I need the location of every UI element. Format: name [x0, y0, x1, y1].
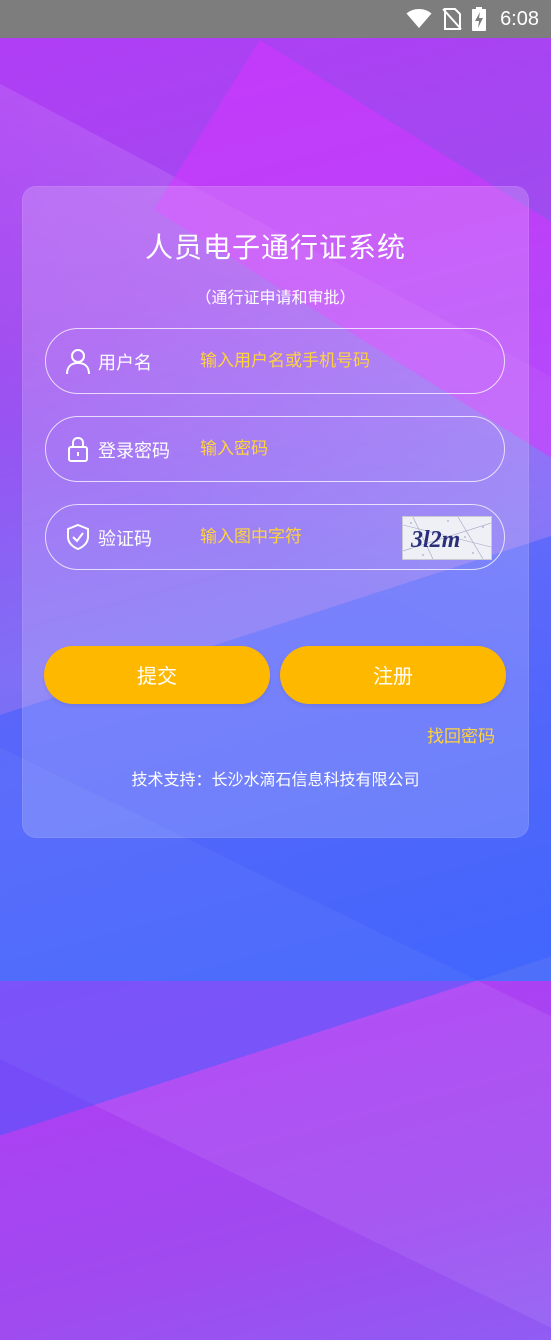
status-icons: 6:08 — [406, 0, 539, 38]
login-card: 人员电子通行证系统 （通行证申请和审批） 用户名 登录密码 验证码 — [22, 186, 529, 838]
shield-check-icon — [67, 523, 89, 551]
captcha-text: 3l2m — [410, 527, 460, 553]
password-input[interactable] — [200, 433, 420, 465]
status-time: 6:08 — [500, 7, 539, 30]
captcha-field[interactable]: 验证码 3l2m — [45, 504, 505, 570]
no-sim-icon — [442, 8, 462, 30]
captcha-image[interactable]: 3l2m — [402, 516, 492, 560]
forgot-password-link[interactable]: 找回密码 — [427, 722, 495, 747]
submit-button[interactable]: 提交 — [44, 646, 270, 704]
register-button[interactable]: 注册 — [280, 646, 506, 704]
captcha-input[interactable] — [200, 521, 390, 553]
username-field[interactable]: 用户名 — [45, 328, 505, 394]
password-field[interactable]: 登录密码 — [45, 416, 505, 482]
username-label: 用户名 — [98, 353, 152, 374]
status-bar: 6:08 — [0, 0, 551, 38]
password-label: 登录密码 — [98, 441, 170, 462]
battery-charging-icon — [472, 7, 487, 31]
lock-icon — [68, 436, 88, 462]
captcha-label: 验证码 — [98, 529, 152, 550]
page-title: 人员电子通行证系统 — [144, 231, 406, 264]
user-icon — [66, 349, 90, 375]
username-input[interactable] — [200, 345, 420, 377]
wifi-icon — [406, 9, 432, 28]
page-subtitle: （通行证申请和审批） — [195, 288, 356, 307]
tech-support-text: 技术支持：长沙水滴石信息科技有限公司 — [131, 770, 420, 789]
